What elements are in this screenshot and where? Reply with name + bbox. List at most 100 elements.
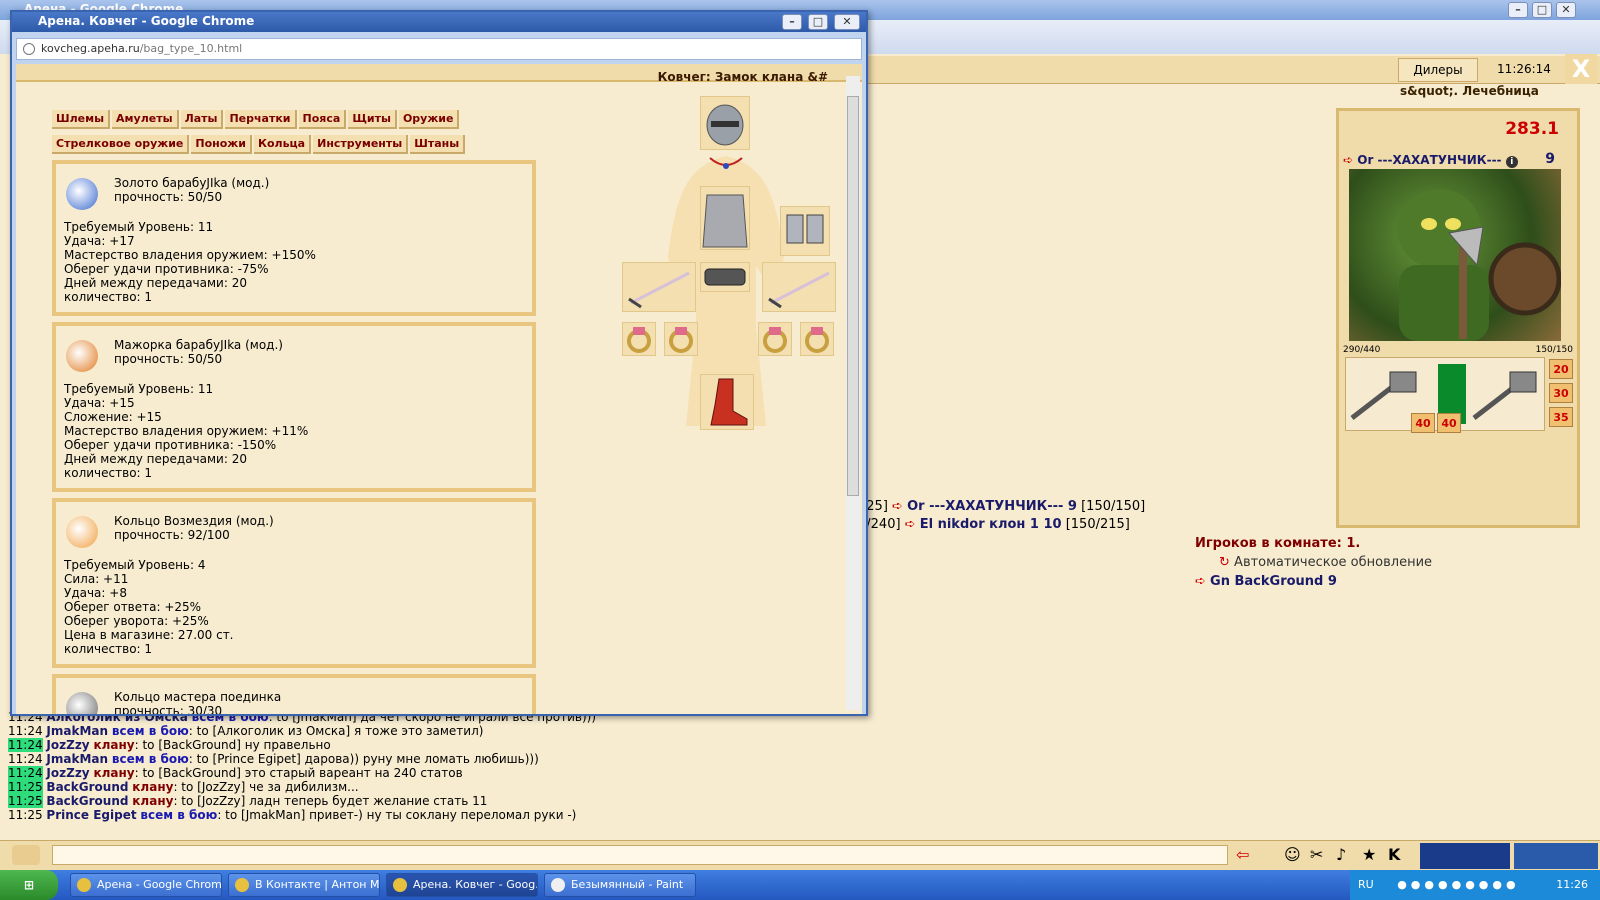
item-stat: количество: 1 [64, 290, 153, 304]
belt-icon [704, 268, 746, 286]
language-indicator[interactable]: RU [1358, 878, 1374, 891]
chat-nick[interactable]: JmakMan [46, 752, 108, 766]
ring-icon [627, 327, 651, 353]
tab-11[interactable]: Штаны [410, 135, 466, 154]
tab-10[interactable]: Инструменты [313, 135, 409, 154]
star-icon[interactable]: ★ [1362, 845, 1376, 864]
close-button[interactable]: ✕ [1556, 2, 1576, 18]
ring-slot-1[interactable] [622, 322, 656, 356]
scissors-icon[interactable]: ✂ [1310, 845, 1323, 864]
tab-8[interactable]: Поножи [191, 135, 252, 154]
armor-value-belt: 35 [1549, 407, 1573, 427]
dealers-button[interactable]: Дилеры [1398, 58, 1478, 82]
item-stat: Сила: +11 [64, 572, 129, 586]
task-vkontakte[interactable]: В Контакте | Антон М... [228, 873, 380, 897]
chat-nick[interactable]: JozZzy [46, 738, 89, 752]
item-stat: Мастерство владения оружием: +11% [64, 424, 309, 438]
boots-slot[interactable] [700, 374, 754, 430]
item-card[interactable]: Кольцо мастера поединкапрочность: 30/30Т… [52, 674, 536, 714]
chat-nick[interactable]: BackGround [46, 780, 128, 794]
task-arena-chrome[interactable]: Арена - Google Chrome [70, 873, 222, 897]
tab-5[interactable]: Щиты [348, 110, 397, 129]
tab-2[interactable]: Латы [180, 110, 224, 129]
minimize-button[interactable]: – [1508, 2, 1528, 18]
chat-time: 11:24 [8, 766, 43, 780]
tab-0[interactable]: Шлемы [52, 110, 111, 129]
tab-9[interactable]: Кольца [253, 135, 312, 154]
sword-icon [768, 271, 830, 309]
maximize-button[interactable]: □ [1532, 2, 1552, 18]
smile-icon[interactable]: ☺ [1284, 845, 1301, 864]
chat-message: 11:24 JmakMan всем в бою: to [Prince Egi… [8, 752, 1188, 766]
item-stat: Дней между передачами: 20 [64, 276, 247, 290]
sound-icon[interactable]: ♪ [1336, 845, 1346, 864]
item-card[interactable]: Мажорка барабуJIka (мод.) прочность: 50/5… [52, 322, 536, 492]
smiley-menu-icon[interactable] [12, 845, 40, 865]
item-durability: прочность: 50/50 [114, 352, 223, 366]
boots-icon [710, 378, 748, 426]
gloves-slot[interactable] [780, 206, 830, 256]
ring-slot-3[interactable] [758, 322, 792, 356]
combat-player-name[interactable]: El nikdor клон 1 10 [920, 517, 1062, 532]
room-member[interactable]: ➪ Gn BackGround 9 [1195, 574, 1575, 589]
start-button[interactable]: ⊞ [0, 870, 58, 900]
item-card[interactable]: Кольцо Возмездия (мод.) прочность: 92/100… [52, 498, 536, 668]
task-kovcheg[interactable]: Арена. Ковчег - Goog... [386, 873, 538, 897]
item-list: Золото барабуJIka (мод.) прочность: 50/50… [52, 160, 536, 714]
combat-player-name[interactable]: Or ---ХАХАТУНЧИК--- 9 [907, 499, 1077, 514]
mailru-badge-icon[interactable] [1514, 843, 1598, 869]
weapon-right-slot[interactable] [762, 262, 836, 312]
chat-nick[interactable]: JozZzy [46, 766, 89, 780]
amulet-icon[interactable] [708, 156, 744, 170]
chat-time: 11:25 [8, 808, 43, 822]
item-durability: прочность: 92/100 [114, 528, 230, 542]
player-name[interactable]: ➪ Or ---ХАХАТУНЧИК--- i [1343, 153, 1518, 168]
popup-maximize-button[interactable]: □ [808, 14, 828, 30]
chat-input[interactable] [52, 845, 1228, 865]
sword-icon [628, 271, 690, 309]
chat-time: 11:25 [8, 794, 43, 808]
tab-7[interactable]: Стрелковое оружие [52, 135, 190, 154]
gloves-icon [786, 214, 824, 244]
chat-text: : to [BackGround] ну правельно [134, 738, 331, 752]
ring-dark-icon [66, 692, 98, 714]
k-icon[interactable]: K [1388, 845, 1400, 864]
tab-4[interactable]: Пояса [298, 110, 347, 129]
item-card[interactable]: Золото барабуJIka (мод.) прочность: 50/50… [52, 160, 536, 316]
chat-channel: клану [93, 738, 135, 752]
task-label: Арена. Ковчег - Goog... [413, 878, 538, 891]
chat-nick[interactable]: JmakMan [46, 724, 108, 738]
chat-input-row: ⇦ ☺ ✂ ♪ ★ K [0, 840, 1600, 870]
chat-nick[interactable]: BackGround [46, 794, 128, 808]
game-close-button[interactable]: X [1565, 54, 1597, 84]
autoupdate-toggle[interactable]: ↻ Автоматическое обновление [1219, 555, 1575, 570]
chat-nick[interactable]: Prince Egipet [46, 808, 136, 822]
armor-slot[interactable] [700, 186, 750, 250]
weapon-left-slot[interactable] [622, 262, 696, 312]
arrow-icon: ➪ [892, 499, 903, 514]
helmet-icon [706, 104, 744, 146]
info-icon[interactable]: i [1505, 156, 1518, 168]
tab-6[interactable]: Оружие [398, 110, 460, 129]
tab-3[interactable]: Перчатки [225, 110, 297, 129]
popup-minimize-button[interactable]: – [782, 14, 802, 30]
rambler-badge-icon[interactable] [1420, 843, 1510, 869]
popup-address-bar[interactable]: kovcheg.apeha.ru/bag_type_10.html [16, 38, 862, 60]
player-name-label: Or ---ХАХАТУНЧИК--- [1357, 153, 1502, 167]
ring-slot-4[interactable] [800, 322, 834, 356]
ring-slot-2[interactable] [664, 322, 698, 356]
item-name: Кольцо Возмездия (мод.) [114, 514, 274, 528]
helmet-slot[interactable] [700, 96, 750, 150]
chrome-icon [235, 878, 249, 892]
popup-close-button[interactable]: ✕ [834, 14, 860, 30]
send-arrow-icon[interactable]: ⇦ [1236, 845, 1249, 864]
popup-scroll-thumb[interactable] [847, 96, 859, 496]
tab-1[interactable]: Амулеты [112, 110, 179, 129]
belt-slot[interactable] [700, 262, 750, 292]
item-stat: Оберег удачи противника: -150% [64, 438, 277, 452]
task-paint[interactable]: Безымянный - Paint [544, 873, 696, 897]
ring-icon [805, 327, 829, 353]
castle-label: Ковчег: Замок клана &# [657, 70, 828, 84]
task-label: Безымянный - Paint [571, 878, 684, 891]
popup-scrollbar[interactable] [846, 76, 860, 710]
